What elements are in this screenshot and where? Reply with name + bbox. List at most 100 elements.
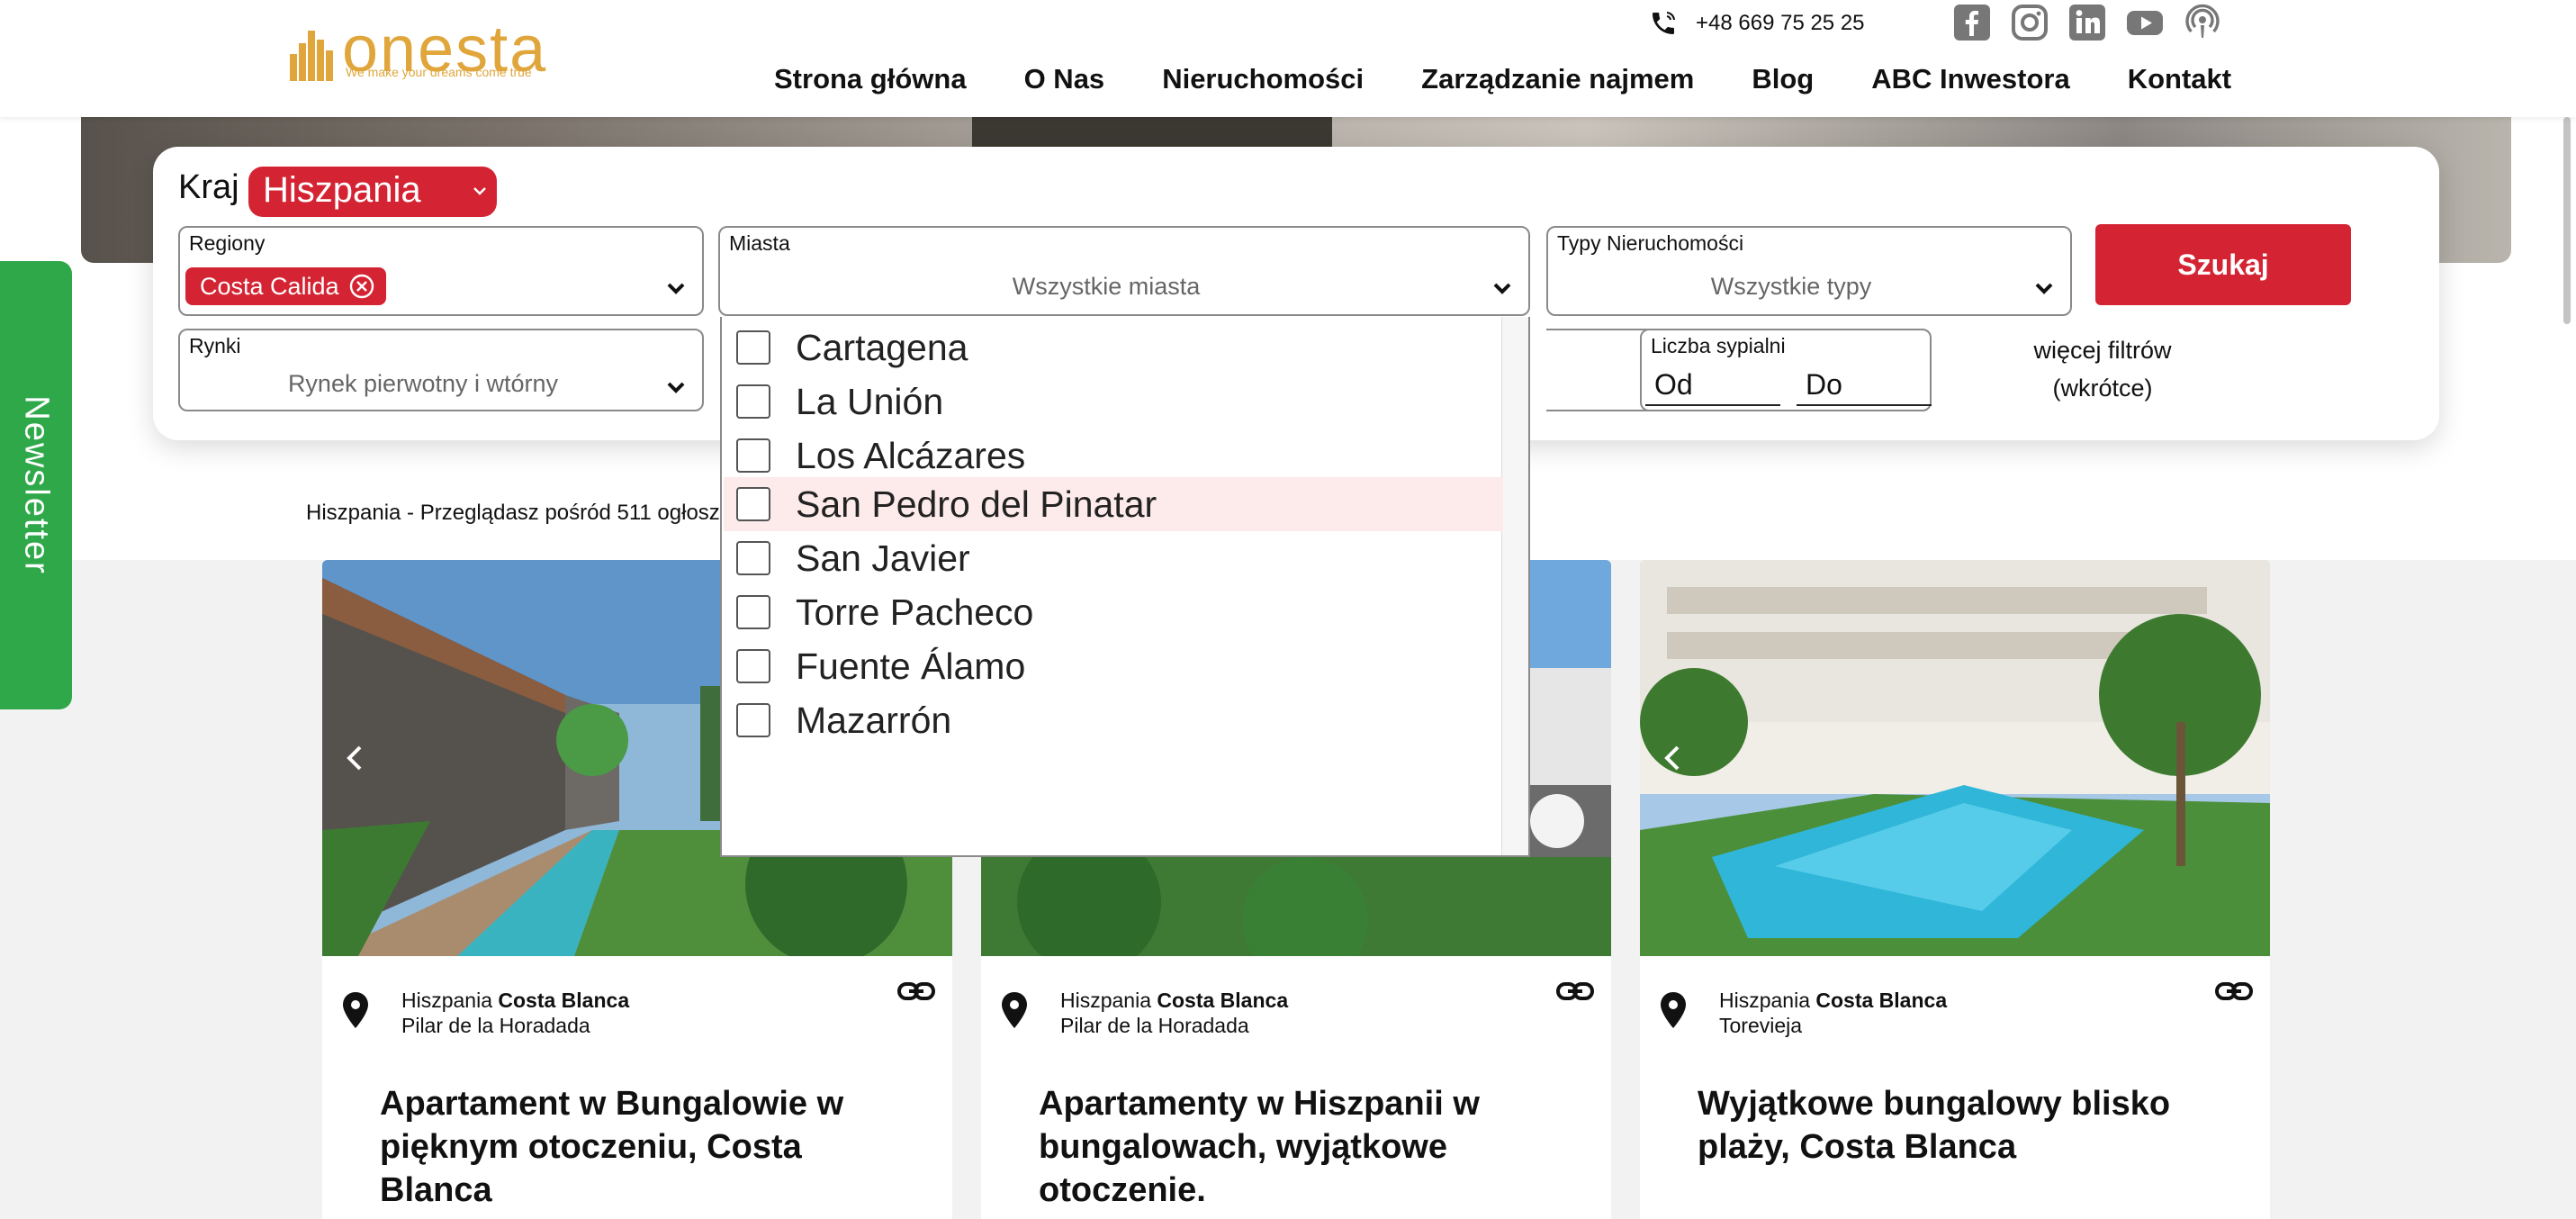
page-scrollbar[interactable]: [2563, 117, 2571, 324]
country-select[interactable]: Hiszpania: [248, 167, 497, 217]
linkedin-icon[interactable]: [2068, 4, 2106, 41]
country-label: Kraj: [178, 168, 239, 206]
checkbox[interactable]: [736, 438, 770, 473]
phone-contact[interactable]: +48 669 75 25 25: [1649, 7, 1865, 40]
city-option-label: Torre Pacheco: [796, 591, 1034, 633]
chevron-down-icon: [473, 187, 486, 195]
card-title[interactable]: Apartamenty w Hiszpanii w bungalowach, w…: [1039, 1082, 1579, 1212]
property-card[interactable]: Hiszpania Costa Blanca Torevieja Wyjątko…: [1640, 560, 2270, 1219]
card-location: Hiszpania Costa Blanca: [1060, 989, 1288, 1013]
carousel-prev-icon[interactable]: [1660, 740, 1687, 776]
country-select-value: Hiszpania: [263, 170, 421, 210]
carousel-prev-icon[interactable]: [342, 740, 369, 776]
bedrooms-from-input[interactable]: Od: [1645, 365, 1780, 406]
markets-value: Rynek pierwotny i wtórny: [287, 370, 559, 397]
city-option-label: Mazarrón: [796, 699, 952, 741]
cities-dropdown-panel: Cartagena La Unión Los Alcázares San Ped…: [720, 317, 1530, 857]
building-icon: [290, 31, 333, 81]
card-city: Pilar de la Horadada: [1060, 1014, 1249, 1037]
city-option-highlighted[interactable]: San Pedro del Pinatar: [724, 477, 1503, 531]
dropdown-scrollbar[interactable]: [1501, 317, 1528, 855]
nav-blog[interactable]: Blog: [1752, 63, 1814, 95]
more-filters[interactable]: więcej filtrów (wkrótce): [1995, 331, 2211, 407]
bedrooms-label: Liczba sypialni: [1651, 334, 1786, 357]
checkbox[interactable]: [736, 595, 770, 629]
city-option[interactable]: Cartagena: [724, 321, 1503, 375]
regions-select[interactable]: Regiony Costa Calida: [178, 226, 704, 316]
location-pin-icon: [343, 992, 368, 1028]
link-icon[interactable]: [1555, 978, 1595, 1005]
site-header: onesta We make your dreams come true +48…: [0, 0, 2576, 117]
cities-label: Miasta: [729, 231, 790, 255]
city-option[interactable]: La Unión: [724, 375, 1503, 429]
cities-select[interactable]: Miasta Wszystkie miasta: [718, 226, 1530, 316]
city-option[interactable]: Fuente Álamo: [724, 639, 1503, 693]
link-icon[interactable]: [2214, 978, 2254, 1005]
bedrooms-field[interactable]: Liczba sypialni Od Do: [1640, 329, 1932, 411]
newsletter-tab[interactable]: Newsletter: [0, 261, 72, 709]
checkbox[interactable]: [736, 649, 770, 683]
main-navigation: Strona główna O Nas Nieruchomości Zarząd…: [774, 63, 2231, 95]
card-city: Pilar de la Horadada: [401, 1014, 590, 1037]
more-filters-label: więcej filtrów: [2033, 337, 2172, 364]
card-region: Costa Blanca: [1157, 989, 1289, 1012]
location-pin-icon: [1002, 992, 1027, 1028]
checkbox[interactable]: [736, 330, 770, 365]
results-count-text: Hiszpania - Przeglądasz pośród 511 ogłos…: [306, 501, 720, 525]
city-option-label: Cartagena: [796, 326, 968, 368]
city-option[interactable]: San Javier: [724, 531, 1503, 585]
city-option-label: Fuente Álamo: [796, 645, 1026, 687]
checkbox[interactable]: [736, 703, 770, 737]
card-region: Costa Blanca: [498, 989, 630, 1012]
facebook-icon[interactable]: [1953, 4, 1991, 41]
region-chip-label: Costa Calida: [200, 273, 339, 300]
city-option-label: Los Alcázares: [796, 434, 1026, 476]
property-types-value: Wszystkie typy: [1710, 273, 1872, 300]
card-city: Torevieja: [1719, 1014, 1803, 1037]
property-photo[interactable]: [1640, 560, 2270, 956]
property-types-select[interactable]: Typy Nieruchomości Wszystkie typy: [1546, 226, 2072, 316]
nav-contact[interactable]: Kontakt: [2128, 63, 2231, 95]
podcast-icon[interactable]: [2184, 4, 2221, 41]
card-title[interactable]: Wyjątkowe bungalowy blisko plaży, Costa …: [1698, 1082, 2238, 1169]
phone-number: +48 669 75 25 25: [1696, 11, 1865, 35]
card-country: Hiszpania: [1060, 989, 1151, 1012]
newsletter-label: Newsletter: [17, 395, 56, 575]
onesta-logo[interactable]: onesta We make your dreams come true: [290, 14, 560, 90]
nav-about[interactable]: O Nas: [1024, 63, 1105, 95]
nav-investor-abc[interactable]: ABC Inwestora: [1871, 63, 2069, 95]
nav-home[interactable]: Strona główna: [774, 63, 967, 95]
city-option-label: San Pedro del Pinatar: [796, 483, 1157, 525]
property-types-label: Typy Nieruchomości: [1557, 231, 1744, 255]
checkbox[interactable]: [736, 541, 770, 575]
link-icon[interactable]: [896, 978, 936, 1005]
chevron-down-icon: [667, 283, 685, 294]
location-pin-icon: [1661, 992, 1686, 1028]
nav-properties[interactable]: Nieruchomości: [1162, 63, 1364, 95]
region-chip[interactable]: Costa Calida: [185, 267, 386, 305]
bedrooms-to-input[interactable]: Do: [1797, 365, 1932, 406]
card-location: Hiszpania Costa Blanca: [1719, 989, 1947, 1013]
city-option[interactable]: Mazarrón: [724, 693, 1503, 747]
checkbox[interactable]: [736, 384, 770, 419]
card-location: Hiszpania Costa Blanca: [401, 989, 629, 1013]
chevron-down-icon: [2035, 283, 2053, 294]
checkbox[interactable]: [736, 487, 770, 521]
card-region: Costa Blanca: [1815, 989, 1948, 1012]
city-option[interactable]: Los Alcázares: [724, 429, 1503, 483]
markets-select[interactable]: Rynki Rynek pierwotny i wtórny: [178, 329, 704, 411]
more-filters-note: (wkrótce): [2052, 375, 2153, 402]
nav-rental-management[interactable]: Zarządzanie najmem: [1421, 63, 1694, 95]
markets-label: Rynki: [189, 334, 241, 357]
city-option-label: San Javier: [796, 537, 970, 579]
instagram-icon[interactable]: [2011, 4, 2049, 41]
logo-tagline: We make your dreams come true: [346, 65, 532, 79]
city-option[interactable]: Torre Pacheco: [724, 585, 1503, 639]
regions-label: Regiony: [189, 231, 266, 255]
city-option-label: La Unión: [796, 380, 944, 422]
youtube-icon[interactable]: [2126, 4, 2164, 41]
cities-value: Wszystkie miasta: [1012, 273, 1201, 300]
search-button[interactable]: Szukaj: [2095, 224, 2351, 305]
remove-chip-icon[interactable]: [348, 273, 375, 300]
card-title[interactable]: Apartament w Bungalowie w pięknym otocze…: [380, 1082, 920, 1212]
